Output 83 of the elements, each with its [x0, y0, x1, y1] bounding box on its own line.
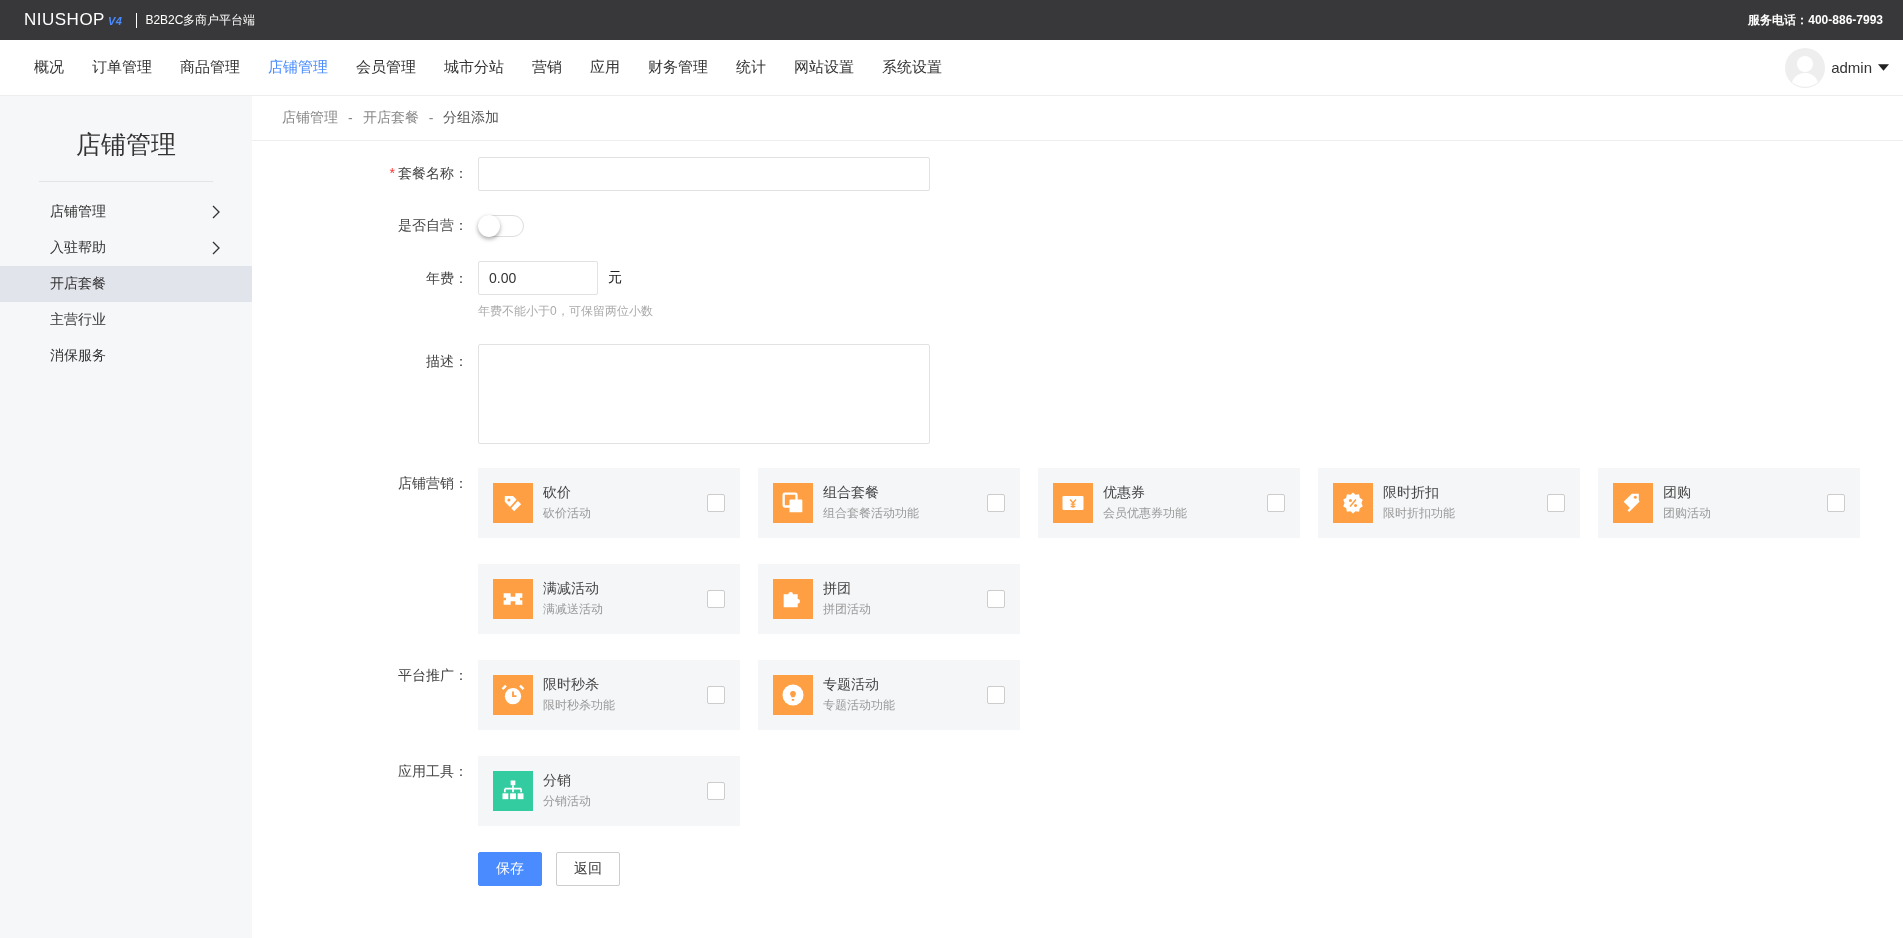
breadcrumb-link[interactable]: 分组添加: [443, 109, 500, 127]
plugin-title: 砍价: [543, 484, 572, 502]
nav-tab[interactable]: 会员管理: [342, 58, 430, 77]
chevron-right-icon: [212, 241, 220, 255]
checkbox[interactable]: [1267, 494, 1285, 512]
plugin-title: 满减活动: [543, 580, 600, 598]
plugin-card[interactable]: 优惠券 会员优惠券功能: [1038, 468, 1300, 538]
nav-tab[interactable]: 网站设置: [780, 58, 868, 77]
checkbox[interactable]: [707, 686, 725, 704]
field-label: 店铺营销：: [397, 474, 468, 493]
checkbox[interactable]: [707, 494, 725, 512]
checkbox[interactable]: [987, 686, 1005, 704]
plugin-title: 专题活动: [823, 676, 880, 694]
plugin-title: 限时折扣: [1383, 484, 1440, 502]
plugin-description: 砍价活动: [543, 505, 592, 522]
checkbox[interactable]: [707, 782, 725, 800]
breadcrumb-separator: -: [428, 110, 434, 126]
toggle-switch[interactable]: [478, 215, 524, 237]
plugin-card[interactable]: 满减活动 满减送活动: [478, 564, 740, 634]
breadcrumb-link[interactable]: 开店套餐: [362, 109, 419, 127]
chevron-right-icon: [212, 205, 220, 219]
plugin-description: 组合套餐活动功能: [823, 505, 920, 522]
plugin-card[interactable]: 专题活动 专题活动功能: [758, 660, 1020, 730]
breadcrumb-separator: -: [348, 110, 353, 126]
sidebar-item[interactable]: 入驻帮助: [0, 230, 252, 266]
plugin-card[interactable]: 组合套餐 组合套餐活动功能: [758, 468, 1020, 538]
sidebar-item[interactable]: 开店套餐: [0, 266, 252, 302]
unit-label: 元: [608, 269, 622, 287]
nav-tab[interactable]: 概况: [20, 58, 78, 77]
field-label: 是否自营：: [397, 217, 468, 235]
caret-icon[interactable]: [1878, 64, 1889, 71]
plugin-title: 分销: [543, 772, 572, 790]
nav-tab[interactable]: 应用: [576, 58, 634, 77]
nav-tab[interactable]: 财务管理: [634, 58, 722, 77]
sidebar-title: 店铺管理: [75, 129, 177, 160]
checkbox[interactable]: [1827, 494, 1845, 512]
plugin-description: 限时折扣功能: [1383, 505, 1456, 522]
plugin-description: 限时秒杀功能: [543, 697, 616, 714]
plugin-description: 拼团活动: [823, 601, 872, 618]
field-label: * 套餐名称：: [388, 165, 468, 183]
service-hotline: 服务电话：400-886-7993: [1748, 11, 1883, 29]
checkbox[interactable]: [987, 494, 1005, 512]
plugin-card[interactable]: 分销 分销活动: [478, 756, 740, 826]
nav-tab[interactable]: 商品管理: [166, 58, 254, 77]
plugin-title: 组合套餐: [823, 484, 880, 502]
checkbox[interactable]: [987, 590, 1005, 608]
plugin-title: 优惠券: [1103, 484, 1146, 502]
field-label: 应用工具：: [397, 762, 468, 781]
plugin-title: 拼团: [823, 580, 852, 598]
plugin-card[interactable]: 限时秒杀 限时秒杀功能: [478, 660, 740, 730]
user-name[interactable]: admin: [1831, 59, 1872, 76]
sidebar-item[interactable]: 主营行业: [0, 302, 252, 338]
plugin-card[interactable]: 限时折扣 限时折扣功能: [1318, 468, 1580, 538]
logo: NIUSHOP V4: [24, 10, 123, 30]
sidebar-item[interactable]: 店铺管理: [0, 194, 252, 230]
description-field[interactable]: [478, 344, 930, 444]
plugin-card[interactable]: 砍价 砍价活动: [478, 468, 740, 538]
plugin-card[interactable]: 团购 团购活动: [1598, 468, 1860, 538]
field-label: 平台推广：: [397, 666, 468, 685]
nav-tab[interactable]: 订单管理: [78, 58, 166, 77]
platform-subtitle: B2B2C多商户平台端: [145, 11, 256, 29]
plugin-description: 会员优惠券功能: [1103, 505, 1188, 522]
plugin-description: 满减送活动: [543, 601, 604, 618]
nav-tab[interactable]: 营销: [518, 58, 576, 77]
checkbox[interactable]: [1547, 494, 1565, 512]
plugin-description: 专题活动功能: [823, 697, 896, 714]
plugin-description: 分销活动: [543, 793, 592, 810]
sidebar-item[interactable]: 消保服务: [0, 338, 252, 374]
annual-fee-field[interactable]: 0.00: [478, 261, 598, 295]
package-name-field[interactable]: [478, 157, 930, 191]
checkbox[interactable]: [707, 590, 725, 608]
plugin-title: 团购: [1663, 484, 1692, 502]
plugin-description: 团购活动: [1663, 505, 1712, 522]
back-button[interactable]: 返回: [556, 852, 620, 886]
breadcrumb-link[interactable]: 店铺管理: [282, 109, 338, 127]
field-label: 描述：: [425, 352, 468, 371]
nav-tab[interactable]: 统计: [722, 58, 780, 77]
nav-tab[interactable]: 系统设置: [868, 58, 956, 77]
plugin-title: 限时秒杀: [543, 676, 600, 694]
field-label: 年费：: [425, 269, 468, 288]
nav-tab[interactable]: 城市分站: [430, 58, 518, 77]
plugin-card[interactable]: 拼团 拼团活动: [758, 564, 1020, 634]
field-hint: 年费不能小于0，可保留两位小数: [478, 303, 653, 320]
